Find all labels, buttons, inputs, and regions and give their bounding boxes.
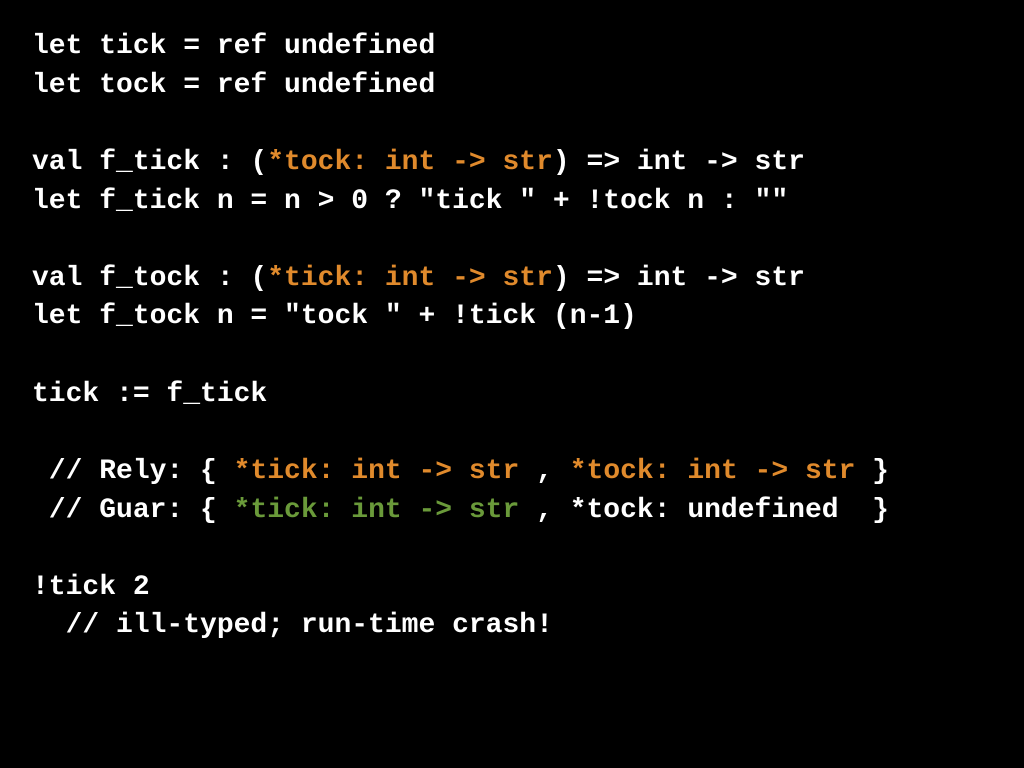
comment-text: // Guar: {	[32, 495, 234, 526]
code-line: let f_tock n = "tock " + !tick (n-1)	[32, 301, 637, 332]
code-line: let tock = ref undefined	[32, 70, 435, 101]
code-text: ) => int -> str	[553, 263, 805, 294]
code-line: // Guar: { *tick: int -> str , *tock: un…	[32, 495, 889, 526]
code-line: !tick 2	[32, 572, 150, 603]
code-line: val f_tock : (*tick: int -> str) => int …	[32, 263, 805, 294]
rely-tock: *tock: int -> str	[570, 456, 856, 487]
comment-text: ,	[519, 456, 569, 487]
code-line: // Rely: { *tick: int -> str , *tock: in…	[32, 456, 889, 487]
code-text: val f_tock : (	[32, 263, 267, 294]
code-line: tick := f_tick	[32, 379, 267, 410]
type-annotation: *tick: int -> str	[267, 263, 553, 294]
code-line: // ill-typed; run-time crash!	[32, 610, 553, 641]
code-line: let f_tick n = n > 0 ? "tick " + !tock n…	[32, 186, 788, 217]
comment-text: }	[855, 456, 889, 487]
comment-text: // Rely: {	[32, 456, 234, 487]
guar-tick: *tick: int -> str	[234, 495, 520, 526]
code-text: val f_tick : (	[32, 147, 267, 178]
comment-text: , *tock: undefined }	[519, 495, 889, 526]
rely-tick: *tick: int -> str	[234, 456, 520, 487]
code-line: let tick = ref undefined	[32, 31, 435, 62]
code-slide: let tick = ref undefined let tock = ref …	[0, 0, 1024, 768]
code-text: ) => int -> str	[553, 147, 805, 178]
code-line: val f_tick : (*tock: int -> str) => int …	[32, 147, 805, 178]
type-annotation: *tock: int -> str	[267, 147, 553, 178]
